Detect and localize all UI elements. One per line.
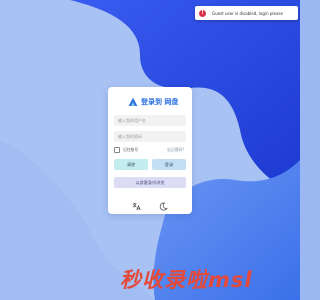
error-icon: !: [199, 9, 206, 17]
app-logo: 登录到 网盘: [128, 96, 178, 108]
forgot-password-link[interactable]: 忘记密码？: [167, 147, 186, 153]
login-card: 登录到 网盘 输入您的用户名 输入您的密码 记住账号 忘记密码？ 清除 登录 以…: [108, 87, 192, 214]
remember-checkbox[interactable]: [114, 147, 120, 153]
app-brand: 登录到 网盘: [141, 98, 179, 106]
login-options: 记住账号 忘记密码？: [114, 147, 186, 153]
password-input[interactable]: 输入您的密码: [114, 131, 186, 142]
remember-label[interactable]: 记住账号: [123, 147, 138, 153]
watermark: 秒收录啦msl: [120, 268, 253, 292]
reset-button[interactable]: 清除: [114, 159, 148, 170]
translate-icon[interactable]: [132, 196, 141, 211]
username-input[interactable]: 输入您的用户名: [114, 115, 186, 126]
error-toast: ! Guest user is disabled, login please: [195, 6, 298, 20]
guest-browse-button[interactable]: 以游客身份浏览: [114, 177, 186, 188]
dark-mode-moon-icon[interactable]: [159, 196, 168, 211]
login-button[interactable]: 登录: [152, 159, 186, 170]
cloud-drive-logo-icon: [128, 97, 138, 106]
toast-message: Guest user is disabled, login please: [212, 10, 283, 16]
